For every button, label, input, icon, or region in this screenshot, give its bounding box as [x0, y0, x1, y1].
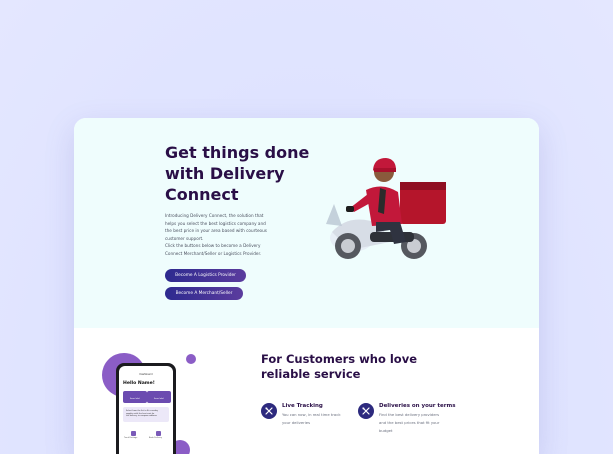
phone-info-box: Select from the list to fit a nearby sup…: [123, 407, 169, 422]
decorative-circle: [186, 354, 196, 364]
customers-title-line: reliable service: [261, 367, 361, 381]
hero-desc-line: customer support.: [165, 235, 204, 241]
book-delivery-icon: [156, 431, 161, 436]
phone-tile: Some label: [123, 391, 147, 403]
hero-description: Introducing Delivery Connect, the soluti…: [165, 212, 269, 258]
hero-section: Get things done with Delivery Connect In…: [74, 118, 539, 328]
tools-icon: [358, 403, 374, 419]
feature-desc-line: Find the best delivery providers: [379, 412, 440, 417]
phone-tile: Some label: [147, 391, 171, 403]
become-logistics-provider-button[interactable]: Become A Logistics Provider: [165, 269, 246, 282]
feature-desc-line: budget: [379, 427, 393, 433]
hero-desc-line: Introducing Delivery Connect, the soluti…: [165, 213, 264, 218]
hero-title-line: with Delivery: [165, 164, 285, 183]
feature-title: Live Tracking: [282, 403, 323, 409]
phone-screen: Dashboard Hello Name! Some label Some la…: [119, 366, 173, 454]
phone-mockup: Dashboard Hello Name! Some label Some la…: [116, 363, 176, 454]
delivery-rider-illustration: [326, 158, 446, 259]
hero-title-line: Connect: [165, 185, 239, 204]
customers-section-title: For Customers who love reliable service: [261, 352, 421, 382]
feature-description: You can now, in real time track your del…: [282, 411, 341, 427]
feature-desc-line: your deliveries: [282, 419, 311, 425]
phone-action-label: Book Delivery: [149, 437, 163, 439]
phone-tile-label: Some label: [153, 398, 164, 400]
tools-icon: [261, 403, 277, 419]
feature-desc-line: and the best prices that fit your: [379, 419, 440, 425]
customers-title-line: For Customers who love: [261, 352, 417, 366]
hero-title-line: Get things done: [165, 143, 310, 162]
landing-page-card: Get things done with Delivery Connect In…: [74, 118, 539, 454]
phone-action-label: Track Package: [124, 437, 138, 439]
phone-screen-title: Dashboard: [139, 373, 153, 376]
phone-info-line: the delivery to compare address: [126, 415, 157, 418]
hero-desc-line: Click the buttons below to become a Deli…: [165, 243, 261, 249]
hero-title: Get things done with Delivery Connect: [165, 142, 315, 205]
phone-tile-label: Some label: [129, 398, 140, 400]
become-merchant-seller-button[interactable]: Become A Merchant/Seller: [165, 287, 243, 300]
track-package-icon: [131, 431, 136, 436]
feature-description: Find the best delivery providers and the…: [379, 411, 439, 434]
feature-desc-line: You can now, in real time track: [282, 412, 341, 417]
hero-desc-line: helps you select the best logistics comp…: [165, 220, 266, 226]
feature-title: Deliveries on your terms: [379, 403, 456, 409]
phone-greeting: Hello Name!: [123, 381, 155, 386]
hero-desc-line: the best price in your area based with c…: [165, 228, 267, 234]
hero-desc-line: Connect Merchant/Seller or Logistics Pro…: [165, 250, 262, 256]
